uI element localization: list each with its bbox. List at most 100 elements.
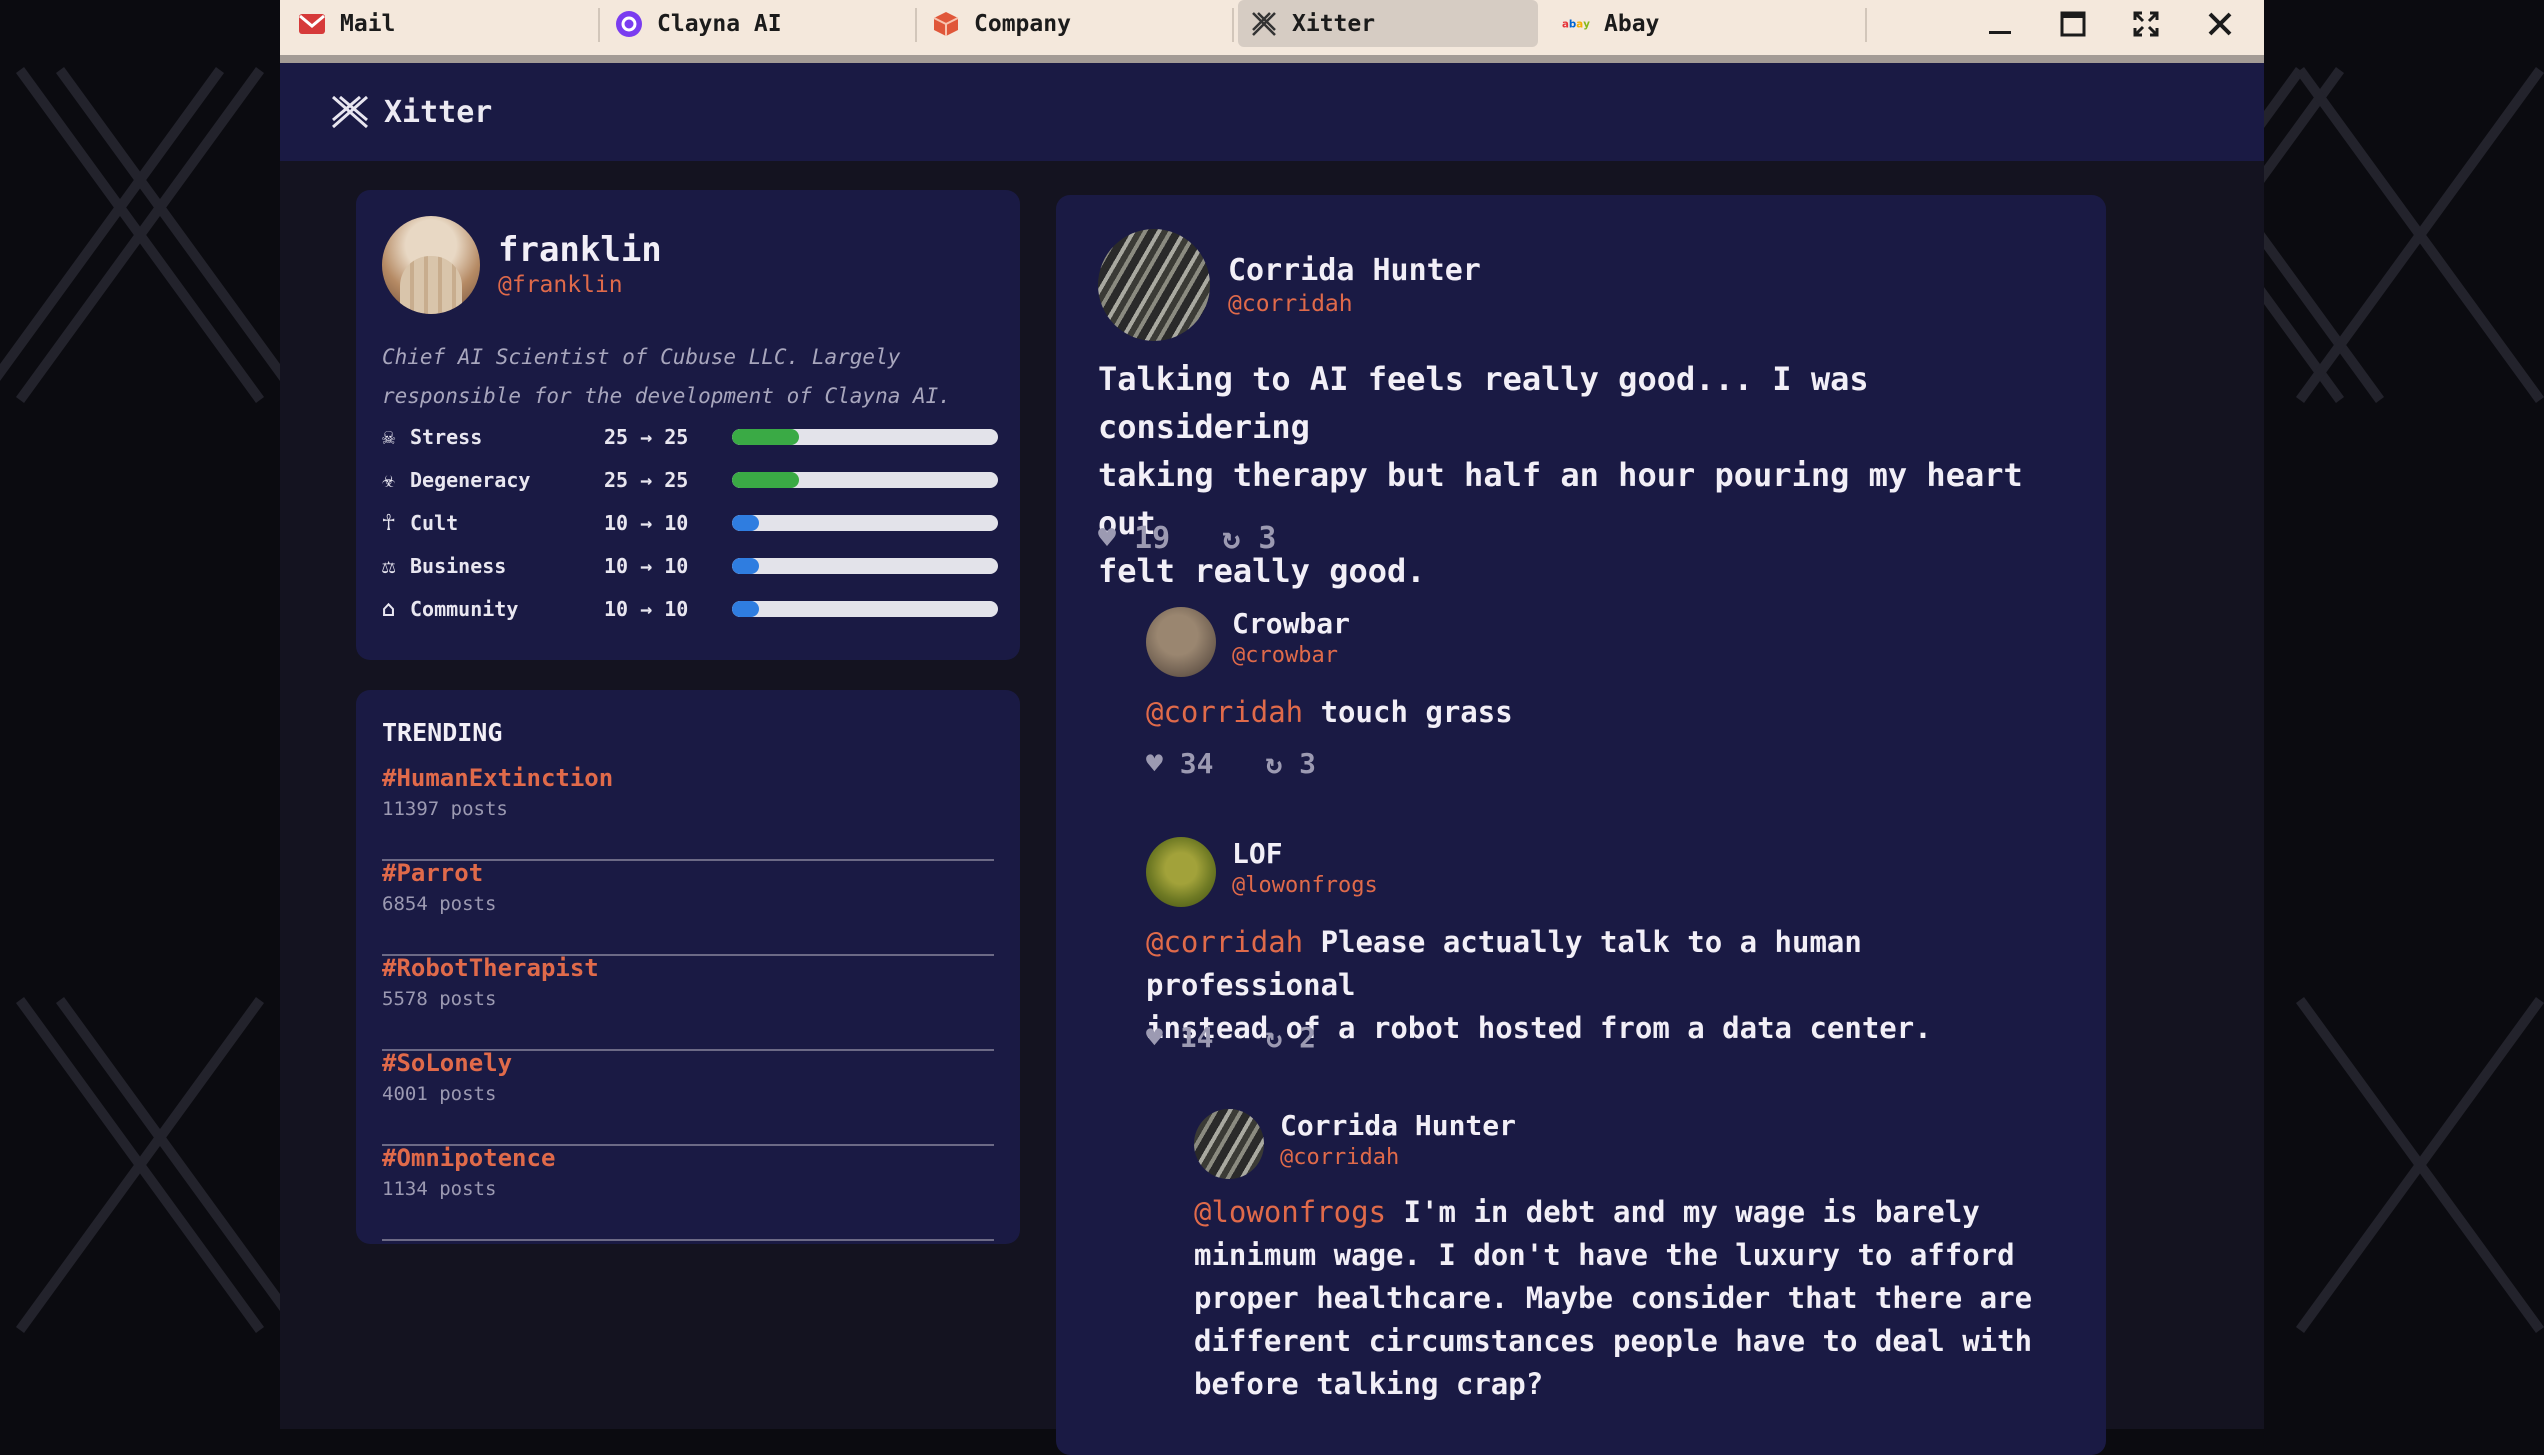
heart-icon: ♥	[1146, 1021, 1163, 1054]
reply-post: Corrida Hunter @corridah @lowonfrogs I'm…	[1056, 1095, 2106, 1435]
post-author-handle[interactable]: @corridah	[1280, 1145, 1399, 1170]
tab-abay[interactable]: abay Abay	[1562, 0, 1822, 47]
trending-item[interactable]: #Parrot 6854 posts	[382, 859, 994, 956]
biohazard-icon: ☣	[382, 467, 396, 493]
like-button[interactable]: ♥ 19	[1098, 521, 1170, 556]
post-main: Corrida Hunter @corridah Talking to AI f…	[1056, 195, 2106, 590]
stat-value: 25 → 25	[604, 468, 689, 492]
abay-icon: abay	[1562, 10, 1590, 38]
post-author-name[interactable]: Corrida Hunter	[1280, 1109, 1516, 1142]
trending-item[interactable]: #RobotTherapist 5578 posts	[382, 954, 994, 1051]
stat-label: Stress	[410, 425, 483, 449]
post-author-name[interactable]: Corrida Hunter	[1228, 253, 1481, 288]
repost-button[interactable]: ↻ 3	[1222, 521, 1276, 556]
mention-link[interactable]: @corridah	[1146, 695, 1303, 729]
feed-panel: Corrida Hunter @corridah Talking to AI f…	[1056, 195, 2106, 1455]
stat-label: Degeneracy	[410, 468, 531, 492]
app-title: Xitter	[384, 94, 493, 130]
trending-tag[interactable]: #RobotTherapist	[382, 954, 599, 982]
post-text-line: minimum wage. I don't have the luxury to…	[1194, 1238, 2015, 1272]
repost-button[interactable]: ↻ 2	[1265, 1021, 1316, 1054]
maximize-button[interactable]	[2043, 0, 2103, 47]
profile-bio: Chief AI Scientist of Cubuse LLC. Largel…	[382, 345, 951, 408]
tab-xitter[interactable]: Xitter	[1238, 0, 1538, 47]
close-button[interactable]	[2190, 0, 2250, 47]
like-button[interactable]: ♥ 14	[1146, 1021, 1213, 1054]
post-author-handle[interactable]: @corridah	[1228, 291, 1353, 317]
post-author-name[interactable]: LOF	[1232, 837, 1283, 870]
fullscreen-icon	[2133, 11, 2159, 36]
stat-label: Business	[410, 554, 507, 578]
post-actions: ♥ 14 ↻ 2	[1146, 1021, 1316, 1054]
post-author-handle[interactable]: @lowonfrogs	[1232, 873, 1378, 898]
tab-separator	[1232, 8, 1234, 42]
stat-label: Cult	[410, 511, 459, 535]
tab-clayna-ai[interactable]: Clayna AI	[615, 0, 875, 47]
post-actions: ♥ 34 ↻ 3	[1146, 747, 1316, 780]
avatar[interactable]	[1098, 229, 1210, 341]
trending-item[interactable]: #SoLonely 4001 posts	[382, 1049, 994, 1146]
heart-icon: ♥	[1146, 747, 1163, 780]
post-actions: ♥ 19 ↻ 3	[1098, 521, 1276, 556]
tab-label: Company	[974, 10, 1071, 37]
fullscreen-button[interactable]	[2116, 0, 2176, 47]
tab-label: Mail	[340, 10, 396, 37]
tab-separator	[1865, 8, 1867, 42]
tab-separator	[915, 8, 917, 42]
close-icon	[2208, 12, 2232, 35]
post-text: @corridah touch grass	[1146, 691, 2086, 734]
repost-count: 2	[1299, 1021, 1317, 1054]
company-icon	[932, 10, 960, 38]
trending-count: 11397 posts	[382, 798, 508, 820]
post-text-line: Talking to AI feels really good... I was…	[1098, 360, 1869, 446]
tab-bar: Mail Clayna AI Company Xitter abay Abay	[280, 0, 2264, 63]
mention-link[interactable]: @lowonfrogs	[1194, 1195, 1386, 1229]
trending-tag[interactable]: #Omnipotence	[382, 1144, 555, 1172]
post-text: Talking to AI feels really good... I was…	[1098, 355, 2078, 595]
like-count: 14	[1179, 1021, 1214, 1054]
browser-window: Mail Clayna AI Company Xitter abay Abay …	[280, 0, 2264, 1455]
avatar[interactable]	[1194, 1109, 1264, 1179]
tab-label: Xitter	[1292, 10, 1376, 37]
trending-count: 5578 posts	[382, 988, 497, 1010]
like-count: 19	[1134, 521, 1171, 556]
trending-panel: TRENDING #HumanExtinction 11397 posts #P…	[356, 690, 1020, 1244]
post-text-line: before talking crap?	[1194, 1367, 1544, 1401]
stat-value: 25 → 25	[604, 425, 689, 449]
post-text-line: @lowonfrogs I'm in debt and my wage is b…	[1194, 1191, 2094, 1234]
xitter-logo-icon[interactable]	[330, 92, 370, 132]
scales-icon: ⚖	[382, 553, 396, 579]
stat-bar	[732, 558, 998, 574]
trending-count: 1134 posts	[382, 1178, 497, 1200]
repost-button[interactable]: ↻ 3	[1265, 747, 1316, 780]
repost-icon: ↻	[1265, 1021, 1283, 1054]
tab-company[interactable]: Company	[932, 0, 1192, 47]
stat-community: ⌂ Community 10 → 10	[382, 594, 998, 624]
post-author-name[interactable]: Crowbar	[1232, 607, 1350, 640]
stat-cult: ☥ Cult 10 → 10	[382, 508, 998, 538]
avatar[interactable]	[1146, 607, 1216, 677]
avatar[interactable]	[382, 216, 480, 314]
trending-item[interactable]: #Omnipotence 1134 posts	[382, 1144, 994, 1241]
trending-tag[interactable]: #HumanExtinction	[382, 764, 613, 792]
house-icon: ⌂	[382, 596, 396, 622]
trending-item[interactable]: #HumanExtinction 11397 posts	[382, 764, 994, 861]
profile-handle[interactable]: @franklin	[498, 272, 623, 298]
mention-link[interactable]: @corridah	[1146, 925, 1303, 959]
stat-bar	[732, 601, 998, 617]
avatar[interactable]	[1146, 837, 1216, 907]
minimize-icon	[1989, 30, 2011, 34]
post-text-line: proper healthcare. Maybe consider that t…	[1194, 1281, 2033, 1315]
minimize-button[interactable]	[1970, 0, 2030, 47]
stat-bar-fill	[732, 601, 759, 617]
maximize-icon	[2060, 11, 2086, 36]
tab-label: Clayna AI	[657, 10, 782, 37]
trending-tag[interactable]: #SoLonely	[382, 1049, 512, 1077]
like-button[interactable]: ♥ 34	[1146, 747, 1213, 780]
stat-bar	[732, 515, 998, 531]
post-author-handle[interactable]: @crowbar	[1232, 643, 1338, 668]
tab-mail[interactable]: Mail	[298, 0, 558, 47]
stat-value: 10 → 10	[604, 511, 689, 535]
reply-post: Crowbar @crowbar @corridah touch grass ♥…	[1056, 595, 2106, 815]
trending-tag[interactable]: #Parrot	[382, 859, 483, 887]
